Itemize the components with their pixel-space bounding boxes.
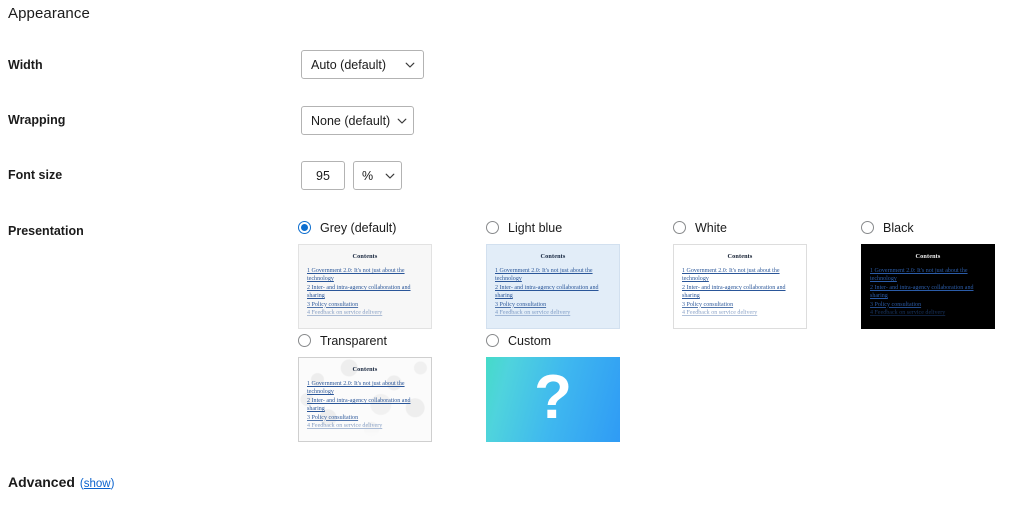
presentation-option-lightblue[interactable]: Light blue Contents 1 Government 2.0: It… [486, 218, 676, 329]
option-label-grey: Grey (default) [320, 220, 397, 235]
font-size-input[interactable] [301, 161, 345, 190]
radio-grey[interactable] [298, 221, 311, 234]
width-select[interactable]: Auto (default) [301, 50, 424, 79]
preview-title: Contents [352, 366, 378, 373]
chevron-down-icon [404, 59, 416, 71]
radio-white[interactable] [673, 221, 686, 234]
preview-line: 4 Feedback on service delivery [307, 310, 383, 317]
preview-line: 2 Inter- and intra-agency collaboration … [870, 284, 974, 300]
wrapping-select-value: None (default) [311, 113, 391, 128]
option-label-black: Black [883, 220, 914, 235]
appearance-settings-page: Appearance Width Auto (default) Wrapping… [0, 0, 1024, 514]
preview-line: 2 Inter- and intra-agency collaboration … [307, 284, 411, 300]
wrapping-control-row: None (default) [301, 106, 414, 135]
preview-content: Contents 1 Government 2.0: It's not just… [862, 245, 994, 328]
preview-thumbnail-grey[interactable]: Contents 1 Government 2.0: It's not just… [298, 244, 432, 329]
presentation-option-transparent[interactable]: Transparent Contents 1 Government 2.0: I… [298, 331, 488, 442]
option-header: Custom [486, 331, 676, 350]
font-size-unit-value: % [362, 168, 374, 183]
question-mark-icon: ? [534, 362, 572, 432]
label-font-size: Font size [8, 168, 63, 182]
advanced-show-link[interactable]: show [84, 478, 111, 490]
preview-line: 1 Government 2.0: It's not just about th… [495, 268, 593, 283]
font-size-unit-select[interactable]: % [353, 161, 402, 190]
label-wrapping: Wrapping [8, 113, 66, 127]
preview-line: 4 Feedback on service delivery [307, 423, 383, 430]
presentation-options-row-1: Grey (default) Contents 1 Government 2.0… [298, 218, 1018, 330]
close-paren: ) [110, 478, 115, 490]
preview-line: 4 Feedback on service delivery [495, 310, 571, 317]
preview-thumbnail-white[interactable]: Contents 1 Government 2.0: It's not just… [673, 244, 807, 329]
preview-content: Contents 1 Government 2.0: It's not just… [487, 245, 619, 328]
preview-line: 3 Policy consultation [870, 301, 922, 308]
page-title: Appearance [8, 5, 90, 22]
preview-line: 3 Policy consultation [495, 301, 547, 308]
preview-thumbnail-lightblue[interactable]: Contents 1 Government 2.0: It's not just… [486, 244, 620, 329]
width-select-value: Auto (default) [311, 57, 387, 72]
preview-line: 3 Policy consultation [307, 301, 359, 308]
preview-line: 4 Feedback on service delivery [682, 310, 758, 317]
presentation-options: Grey (default) Contents 1 Government 2.0… [298, 218, 1018, 443]
advanced-section: Advanced (show) [8, 474, 114, 492]
preview-line: 1 Government 2.0: It's not just about th… [870, 268, 968, 283]
preview-line: 2 Inter- and intra-agency collaboration … [682, 284, 786, 300]
preview-line: 1 Government 2.0: It's not just about th… [307, 268, 405, 283]
chevron-down-icon [396, 115, 408, 127]
preview-line: 3 Policy consultation [682, 301, 734, 308]
preview-content: Contents 1 Government 2.0: It's not just… [299, 245, 431, 328]
preview-line: 2 Inter- and intra-agency collaboration … [495, 284, 599, 300]
presentation-option-grey[interactable]: Grey (default) Contents 1 Government 2.0… [298, 218, 488, 329]
label-presentation: Presentation [8, 224, 84, 238]
option-header: White [673, 218, 863, 237]
radio-custom[interactable] [486, 334, 499, 347]
option-header: Transparent [298, 331, 488, 350]
presentation-option-custom[interactable]: Custom ? [486, 331, 676, 442]
preview-line: 3 Policy consultation [307, 414, 359, 421]
font-size-control-row: % [301, 161, 402, 190]
preview-content: Contents 1 Government 2.0: It's not just… [674, 245, 806, 328]
option-label-lightblue: Light blue [508, 220, 563, 235]
chevron-down-icon [384, 170, 396, 182]
advanced-toggle-group: (show) [80, 474, 115, 492]
presentation-option-black[interactable]: Black Contents 1 Government 2.0: It's no… [861, 218, 1024, 329]
option-label-transparent: Transparent [320, 333, 387, 348]
option-header: Light blue [486, 218, 676, 237]
presentation-options-row-2: Transparent Contents 1 Government 2.0: I… [298, 331, 1018, 443]
option-header: Grey (default) [298, 218, 488, 237]
preview-line: 2 Inter- and intra-agency collaboration … [307, 397, 411, 413]
width-control-row: Auto (default) [301, 50, 424, 79]
radio-transparent[interactable] [298, 334, 311, 347]
preview-thumbnail-transparent[interactable]: Contents 1 Government 2.0: It's not just… [298, 357, 432, 442]
preview-line: 1 Government 2.0: It's not just about th… [307, 381, 405, 396]
wrapping-select[interactable]: None (default) [301, 106, 414, 135]
option-label-white: White [695, 220, 727, 235]
radio-black[interactable] [861, 221, 874, 234]
preview-line: 1 Government 2.0: It's not just about th… [682, 268, 780, 283]
preview-title: Contents [915, 253, 941, 260]
preview-content: Contents 1 Government 2.0: It's not just… [299, 358, 431, 441]
preview-title: Contents [727, 253, 753, 260]
preview-thumbnail-custom[interactable]: ? [486, 357, 620, 442]
preview-title: Contents [540, 253, 566, 260]
preview-thumbnail-black[interactable]: Contents 1 Government 2.0: It's not just… [861, 244, 995, 329]
preview-line: 4 Feedback on service delivery [870, 310, 946, 317]
advanced-title: Advanced [8, 474, 75, 490]
option-label-custom: Custom [508, 333, 552, 348]
presentation-option-white[interactable]: White Contents 1 Government 2.0: It's no… [673, 218, 863, 329]
option-header: Black [861, 218, 1024, 237]
preview-title: Contents [352, 253, 378, 260]
radio-lightblue[interactable] [486, 221, 499, 234]
label-width: Width [8, 58, 43, 72]
